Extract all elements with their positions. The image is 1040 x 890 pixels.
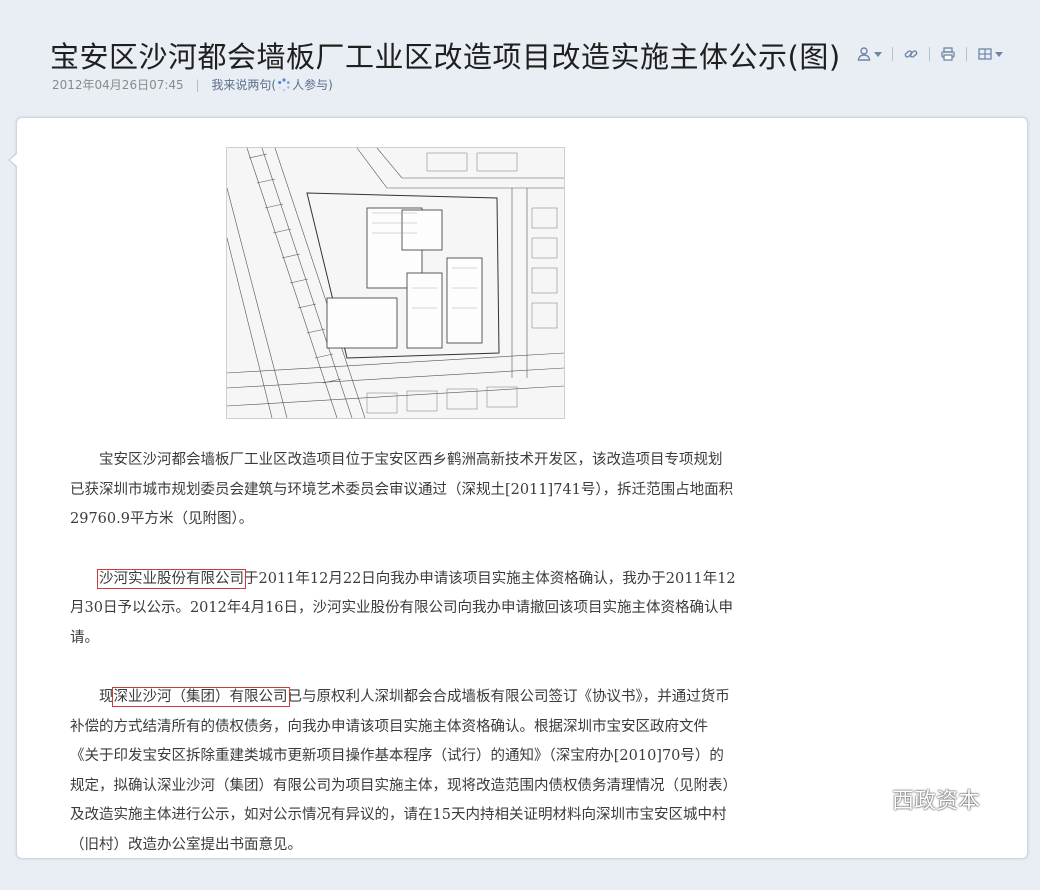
copy-link-button[interactable]	[903, 44, 919, 64]
paragraph-prefix: 现	[99, 689, 114, 705]
comment-paren: (	[271, 78, 277, 92]
highlighted-company: 沙河实业股份有限公司	[97, 568, 246, 589]
highlighted-company: 深业沙河（集团）有限公司	[111, 687, 290, 707]
user-icon	[857, 47, 871, 61]
page-title: 宝安区沙河都会墙板厂工业区改造项目改造实施主体公示(图)	[50, 40, 841, 74]
print-button[interactable]	[940, 44, 956, 64]
grid-icon	[978, 48, 992, 60]
article-toolbar	[856, 44, 1003, 64]
article-paragraph: 现深业沙河（集团）有限公司已与原权利人深圳都会合成墙板有限公司签订《协议书》，并…	[70, 683, 736, 860]
wechat-icon	[851, 786, 882, 811]
article-paragraph: 沙河实业股份有限公司于2011年12月22日向我办申请该项目实施主体资格确认，我…	[70, 565, 736, 654]
page-header: 宝安区沙河都会墙板厂工业区改造项目改造实施主体公示(图) 2012年04月26日…	[0, 0, 1040, 118]
loading-icon	[278, 78, 290, 92]
watermark-text: 西政资本	[892, 789, 981, 814]
toolbar-divider	[929, 47, 930, 61]
watermark: 西政资本	[850, 783, 980, 815]
comment-link[interactable]: 我来说两句	[211, 78, 271, 92]
site-plan-drawing	[226, 147, 565, 419]
toolbar-divider	[966, 47, 967, 61]
article-paragraph: 宝安区沙河都会墙板厂工业区改造项目位于宝安区西乡鹤洲高新技术开发区，该改造项目专…	[70, 446, 736, 535]
article-body: 宝安区沙河都会墙板厂工业区改造项目位于宝安区西乡鹤洲高新技术开发区，该改造项目专…	[70, 446, 736, 890]
paragraph-text: 已与原权利人深圳都会合成墙板有限公司签订《协议书》，并通过货币补偿的方式结清所有…	[70, 689, 730, 853]
panel-pointer-fill	[10, 153, 18, 167]
meta-divider: |	[195, 78, 200, 92]
article-meta: 2012年04月26日07:45 | 我来说两句( 人参与)	[52, 76, 333, 93]
chevron-down-icon	[874, 51, 882, 57]
more-options-button[interactable]	[977, 44, 1003, 64]
participants-label: 人参与)	[292, 78, 333, 92]
user-menu-button[interactable]	[856, 44, 882, 64]
link-icon	[904, 50, 918, 58]
paragraph-text: 宝安区沙河都会墙板厂工业区改造项目位于宝安区西乡鹤洲高新技术开发区，该改造项目专…	[70, 452, 734, 527]
print-icon	[941, 47, 955, 61]
publish-date: 2012年04月26日07:45	[52, 78, 184, 92]
toolbar-divider	[892, 47, 893, 61]
site-plan-map	[226, 147, 565, 419]
chevron-down-icon	[995, 51, 1003, 57]
